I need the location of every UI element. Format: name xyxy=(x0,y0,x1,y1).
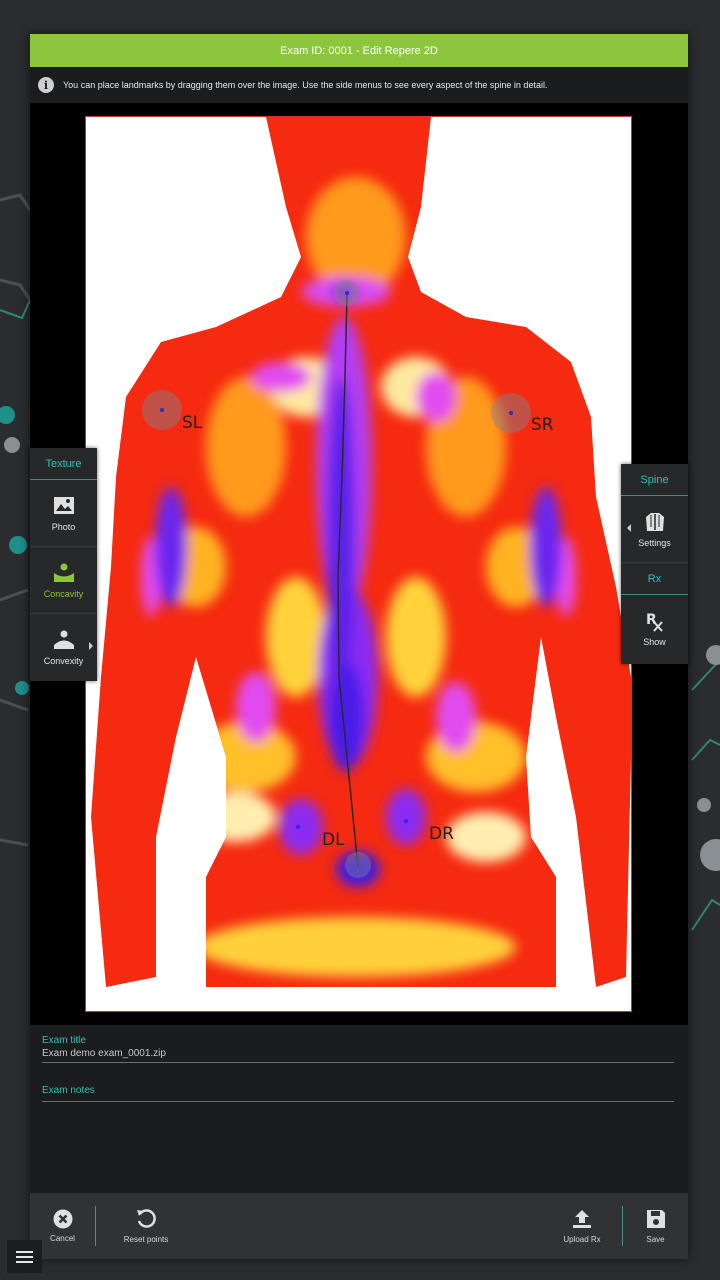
upload-rx-label: Upload Rx xyxy=(563,1235,601,1244)
convexity-label: Convexity xyxy=(43,656,84,666)
reset-points-label: Reset points xyxy=(123,1235,169,1244)
edit-repere-dialog: Exam ID: 0001 - Edit Repere 2D i You can… xyxy=(30,34,688,1259)
settings-label: Settings xyxy=(638,537,671,548)
cancel-label: Cancel xyxy=(50,1234,75,1243)
info-bar: i You can place landmarks by dragging th… xyxy=(30,67,688,103)
spine-settings-button[interactable]: Settings xyxy=(621,496,688,563)
show-label: Show xyxy=(643,637,666,647)
svg-text:R: R xyxy=(646,612,657,628)
back-topography-graphic xyxy=(86,117,631,1011)
texture-panel: Texture Photo Concavity Convexity xyxy=(30,448,97,681)
expand-left-icon xyxy=(627,524,631,532)
rx-header: Rx xyxy=(621,563,688,595)
dialog-title: Exam ID: 0001 - Edit Repere 2D xyxy=(30,34,688,67)
save-icon xyxy=(646,1210,665,1228)
expand-right-icon xyxy=(89,642,93,650)
landmark-label-sr: SR xyxy=(531,415,554,435)
save-button[interactable]: Save xyxy=(623,1193,688,1259)
concavity-icon xyxy=(53,563,74,582)
exam-title-label: Exam title xyxy=(42,1035,86,1046)
landmark-label-sl: SL xyxy=(182,413,203,433)
reset-icon xyxy=(137,1209,156,1228)
menu-icon xyxy=(16,1250,33,1253)
exam-form: Exam title Exam demo exam_0001.zip Exam … xyxy=(30,1025,688,1195)
upload-icon xyxy=(573,1210,591,1228)
landmark-label-dl: DL xyxy=(322,830,345,850)
photo-button[interactable]: Photo xyxy=(30,480,97,547)
convexity-button[interactable]: Convexity xyxy=(30,614,97,681)
concavity-label: Concavity xyxy=(43,588,84,599)
info-text: You can place landmarks by dragging them… xyxy=(63,80,548,90)
bottom-toolbar: Cancel Reset points Upload Rx Save xyxy=(30,1193,688,1259)
cancel-icon xyxy=(53,1209,72,1229)
photo-icon xyxy=(53,496,74,514)
thermal-back-image[interactable]: SL SR DL DR xyxy=(85,116,632,1012)
spine-header: Spine xyxy=(621,464,688,496)
spine-panel: Spine Settings Rx R Show xyxy=(621,464,688,664)
photo-label: Photo xyxy=(51,521,76,532)
image-viewer: SL SR DL DR xyxy=(30,103,688,1025)
hamburger-menu-button[interactable] xyxy=(7,1240,42,1273)
exam-notes-field[interactable] xyxy=(42,1098,674,1102)
torso-icon xyxy=(645,512,664,531)
exam-title-field[interactable]: Exam demo exam_0001.zip xyxy=(42,1048,674,1063)
convexity-icon xyxy=(53,630,74,649)
texture-header: Texture xyxy=(30,448,97,480)
upload-rx-button[interactable]: Upload Rx xyxy=(542,1193,622,1259)
concavity-button[interactable]: Concavity xyxy=(30,547,97,614)
rx-icon: R xyxy=(646,612,663,632)
save-label: Save xyxy=(646,1235,665,1244)
info-icon: i xyxy=(38,77,54,93)
landmark-label-dr: DR xyxy=(429,824,454,844)
rx-show-button[interactable]: R Show xyxy=(621,595,688,662)
reset-points-button[interactable]: Reset points xyxy=(96,1193,196,1259)
exam-notes-label: Exam notes xyxy=(42,1085,95,1096)
